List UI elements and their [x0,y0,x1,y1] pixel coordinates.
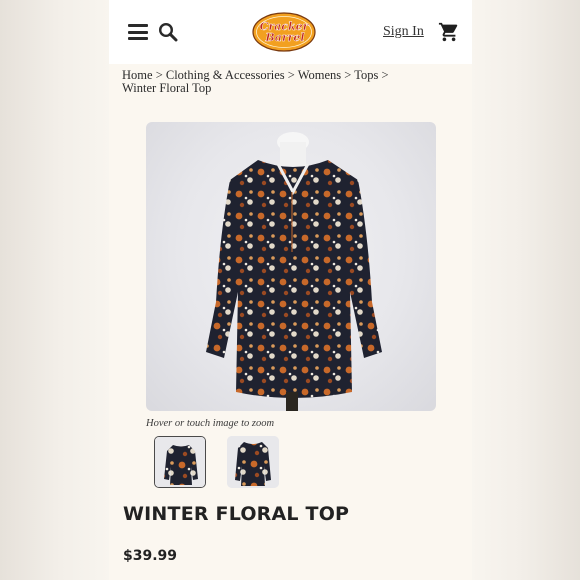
breadcrumb: Home > Clothing & Accessories > Womens >… [122,69,452,95]
hamburger-menu-icon[interactable] [128,24,148,40]
cracker-barrel-logo[interactable]: Cracker Barrel [252,12,316,52]
breadcrumb-tops[interactable]: Tops [354,68,378,82]
thumbnail-2[interactable] [227,436,279,488]
breadcrumb-separator: > [381,68,389,82]
site-header: Cracker Barrel Sign In [109,0,472,64]
breadcrumb-womens[interactable]: Womens [298,68,341,82]
zoom-hint: Hover or touch image to zoom [146,418,275,429]
product-title: WINTER FLORAL TOP [123,503,350,525]
sign-in-link[interactable]: Sign In [383,24,424,40]
breadcrumb-current: Winter Floral Top [122,81,212,95]
shopping-cart-icon[interactable] [438,21,460,43]
breadcrumb-separator: > [344,68,352,82]
search-icon[interactable] [158,22,178,42]
page: Cracker Barrel Sign In Home > Clothing &… [109,0,472,580]
breadcrumb-separator: > [287,68,295,82]
breadcrumb-clothing-accessories[interactable]: Clothing & Accessories [166,68,285,82]
product-price: $39.99 [123,548,178,564]
thumbnail-1[interactable] [154,436,206,488]
product-main-image[interactable] [146,122,436,411]
breadcrumb-separator: > [155,68,163,82]
breadcrumb-home[interactable]: Home [122,68,153,82]
svg-text:Barrel: Barrel [264,31,304,44]
